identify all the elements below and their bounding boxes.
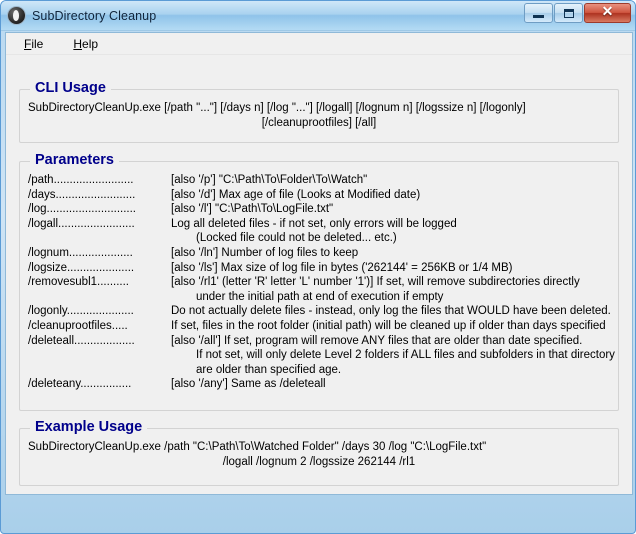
example-usage-group: Example Usage SubDirectoryCleanUp.exe /p… [19, 419, 619, 486]
parameter-row: /log............................ [also '/… [28, 202, 610, 217]
example-usage-line-1: SubDirectoryCleanUp.exe /path "C:\Path\T… [28, 441, 487, 453]
parameter-continuation-line: If not set, will only delete Level 2 fol… [196, 349, 615, 362]
parameter-name: /path......................... [28, 174, 134, 186]
parameter-continuation-line: (Locked file could not be deleted... etc… [196, 232, 397, 245]
parameter-name: /logall........................ [28, 217, 135, 230]
parameter-description: [also '/l'] "C:\Path\To\LogFile.txt" [171, 203, 334, 216]
parameter-description: [also '/rl1' (letter 'R' letter 'L' numb… [171, 276, 580, 289]
parameter-description: [also '/ln'] Number of log files to keep [171, 246, 359, 259]
parameter-name: /removesubl1.......... [28, 276, 129, 289]
parameter-name: /days......................... [28, 188, 136, 201]
parameter-name: /log............................ [28, 203, 137, 216]
app-icon [7, 6, 26, 25]
cli-usage-group: CLI Usage SubDirectoryCleanUp.exe [/path… [19, 80, 619, 143]
parameter-name: /deleteall................... [28, 334, 135, 347]
parameter-description: [also '/any'] Same as /deleteall [171, 378, 326, 391]
cli-usage-title: CLI Usage [30, 80, 111, 96]
parameter-row: /cleanuprootfiles..... If set, files in t… [28, 319, 610, 334]
maximize-icon [563, 8, 574, 18]
cli-usage-line-2: [/cleanuprootfiles] [/all] [261, 117, 377, 129]
parameter-description: If set, files in the root folder (initia… [171, 319, 606, 332]
parameter-description: [also '/all'] If set, program will remov… [171, 334, 583, 347]
parameter-description: [also '/p'] "C:\Path\To\Folder\To\Watch" [171, 174, 368, 186]
menu-bar: File Help [6, 33, 632, 55]
menu-item-help[interactable]: Help [71, 36, 100, 52]
cli-usage-line-1: SubDirectoryCleanUp.exe [/path "..."] [/… [28, 102, 526, 114]
menu-item-file[interactable]: File [22, 36, 45, 52]
parameter-description: Log all deleted files - if not set, only… [171, 217, 457, 230]
window-controls: ✕ [524, 3, 631, 23]
parameters-group: Parameters /path........................… [19, 152, 619, 411]
maximize-window-button[interactable] [554, 3, 583, 23]
parameter-row: /logsize..................... [also '/ls'… [28, 261, 610, 276]
parameter-description: [also '/ls'] Max size of log file in byt… [171, 261, 513, 274]
parameter-continuation-line: under the initial path at end of executi… [196, 290, 444, 303]
client-area: File Help CLI Usage SubDirectoryCleanUp.… [5, 32, 633, 495]
close-window-button[interactable]: ✕ [584, 3, 631, 23]
parameter-row: /logall........................ Log all d… [28, 217, 610, 232]
title-bar: SubDirectory Cleanup ✕ [1, 1, 635, 31]
close-icon: ✕ [601, 5, 614, 20]
parameter-row: /logonly..................... Do not actu… [28, 304, 611, 319]
parameter-name: /logsize..................... [28, 261, 135, 274]
parameter-name: /cleanuprootfiles..... [28, 319, 128, 332]
parameter-row: /path......................... [also '/p'… [28, 173, 610, 188]
parameter-name: /lognum.................... [28, 246, 133, 259]
parameters-body: /path......................... [also '/p'… [20, 162, 618, 400]
parameter-row: /days......................... [also '/d'… [28, 188, 610, 203]
parameter-row: /removesubl1.......... [also '/rl1' (lett… [28, 275, 610, 290]
parameter-continuation-line: are older than specified age. [196, 363, 342, 376]
parameter-name: /deleteany................ [28, 378, 132, 391]
window-title: SubDirectory Cleanup [32, 8, 157, 23]
parameters-title: Parameters [30, 152, 119, 168]
application-window: SubDirectory Cleanup ✕ File Help CLI Usa… [0, 0, 636, 534]
minimize-icon [533, 14, 544, 18]
parameter-row: /lognum.................... [also '/ln'] … [28, 246, 610, 261]
cli-usage-body: SubDirectoryCleanUp.exe [/path "..."] [/… [20, 90, 618, 139]
parameter-row: /deleteall................... [also '/all… [28, 334, 610, 349]
parameter-description: Do not actually delete files - instead, … [171, 305, 611, 318]
example-usage-body: SubDirectoryCleanUp.exe /path "C:\Path\T… [20, 429, 618, 478]
minimize-window-button[interactable] [524, 3, 553, 23]
example-usage-title: Example Usage [30, 419, 148, 435]
example-usage-line-2: /logall /lognum 2 /logssize 262144 /rl1 [222, 456, 416, 468]
parameter-name: /logonly..................... [28, 305, 134, 318]
parameter-description: [also '/d'] Max age of file (Looks at Mo… [171, 188, 421, 201]
parameter-row: /deleteany................ [also '/any'] … [28, 377, 610, 392]
